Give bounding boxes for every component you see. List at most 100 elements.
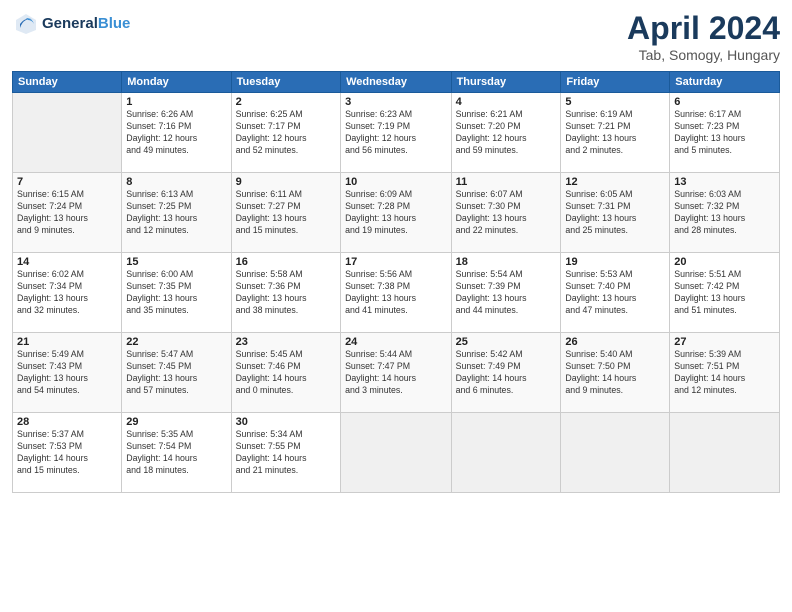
calendar-cell: 13Sunrise: 6:03 AM Sunset: 7:32 PM Dayli… — [670, 173, 780, 253]
day-info: Sunrise: 5:40 AM Sunset: 7:50 PM Dayligh… — [565, 349, 665, 397]
week-row-1: 1Sunrise: 6:26 AM Sunset: 7:16 PM Daylig… — [13, 93, 780, 173]
day-number: 27 — [674, 336, 775, 348]
calendar-cell: 5Sunrise: 6:19 AM Sunset: 7:21 PM Daylig… — [561, 93, 670, 173]
day-number: 26 — [565, 336, 665, 348]
day-number: 17 — [345, 256, 447, 268]
day-number: 14 — [17, 256, 117, 268]
day-number: 13 — [674, 176, 775, 188]
day-info: Sunrise: 6:21 AM Sunset: 7:20 PM Dayligh… — [456, 109, 557, 157]
day-number: 16 — [236, 256, 336, 268]
day-number: 18 — [456, 256, 557, 268]
calendar-cell: 21Sunrise: 5:49 AM Sunset: 7:43 PM Dayli… — [13, 333, 122, 413]
day-info: Sunrise: 6:17 AM Sunset: 7:23 PM Dayligh… — [674, 109, 775, 157]
calendar-cell: 12Sunrise: 6:05 AM Sunset: 7:31 PM Dayli… — [561, 173, 670, 253]
calendar-cell: 1Sunrise: 6:26 AM Sunset: 7:16 PM Daylig… — [122, 93, 231, 173]
day-number: 12 — [565, 176, 665, 188]
day-info: Sunrise: 6:19 AM Sunset: 7:21 PM Dayligh… — [565, 109, 665, 157]
week-row-2: 7Sunrise: 6:15 AM Sunset: 7:24 PM Daylig… — [13, 173, 780, 253]
day-number: 11 — [456, 176, 557, 188]
day-info: Sunrise: 5:35 AM Sunset: 7:54 PM Dayligh… — [126, 429, 226, 477]
logo-line2: Blue — [98, 15, 131, 32]
day-number: 7 — [17, 176, 117, 188]
day-info: Sunrise: 5:53 AM Sunset: 7:40 PM Dayligh… — [565, 269, 665, 317]
calendar-cell: 30Sunrise: 5:34 AM Sunset: 7:55 PM Dayli… — [231, 413, 340, 493]
day-number: 23 — [236, 336, 336, 348]
calendar-cell: 14Sunrise: 6:02 AM Sunset: 7:34 PM Dayli… — [13, 253, 122, 333]
calendar-cell: 17Sunrise: 5:56 AM Sunset: 7:38 PM Dayli… — [341, 253, 452, 333]
day-number: 21 — [17, 336, 117, 348]
calendar-cell: 9Sunrise: 6:11 AM Sunset: 7:27 PM Daylig… — [231, 173, 340, 253]
day-info: Sunrise: 6:15 AM Sunset: 7:24 PM Dayligh… — [17, 189, 117, 237]
day-number: 30 — [236, 416, 336, 428]
week-row-4: 21Sunrise: 5:49 AM Sunset: 7:43 PM Dayli… — [13, 333, 780, 413]
calendar-header-row: SundayMondayTuesdayWednesdayThursdayFrid… — [13, 72, 780, 93]
day-number: 20 — [674, 256, 775, 268]
page: GeneralBlue April 2024 Tab, Somogy, Hung… — [0, 0, 792, 612]
logo: GeneralBlue — [12, 10, 130, 38]
calendar-cell: 16Sunrise: 5:58 AM Sunset: 7:36 PM Dayli… — [231, 253, 340, 333]
calendar-cell — [341, 413, 452, 493]
header-thursday: Thursday — [451, 72, 561, 93]
day-info: Sunrise: 5:49 AM Sunset: 7:43 PM Dayligh… — [17, 349, 117, 397]
day-number: 8 — [126, 176, 226, 188]
calendar-cell: 22Sunrise: 5:47 AM Sunset: 7:45 PM Dayli… — [122, 333, 231, 413]
calendar-cell: 8Sunrise: 6:13 AM Sunset: 7:25 PM Daylig… — [122, 173, 231, 253]
header-tuesday: Tuesday — [231, 72, 340, 93]
calendar-cell: 20Sunrise: 5:51 AM Sunset: 7:42 PM Dayli… — [670, 253, 780, 333]
calendar-cell: 26Sunrise: 5:40 AM Sunset: 7:50 PM Dayli… — [561, 333, 670, 413]
day-number: 4 — [456, 96, 557, 108]
calendar-cell — [670, 413, 780, 493]
day-number: 22 — [126, 336, 226, 348]
day-number: 10 — [345, 176, 447, 188]
calendar-cell: 18Sunrise: 5:54 AM Sunset: 7:39 PM Dayli… — [451, 253, 561, 333]
day-number: 28 — [17, 416, 117, 428]
main-title: April 2024 — [627, 10, 780, 47]
calendar-cell: 7Sunrise: 6:15 AM Sunset: 7:24 PM Daylig… — [13, 173, 122, 253]
day-info: Sunrise: 5:34 AM Sunset: 7:55 PM Dayligh… — [236, 429, 336, 477]
day-info: Sunrise: 6:07 AM Sunset: 7:30 PM Dayligh… — [456, 189, 557, 237]
day-info: Sunrise: 6:26 AM Sunset: 7:16 PM Dayligh… — [126, 109, 226, 157]
header-saturday: Saturday — [670, 72, 780, 93]
calendar-cell: 23Sunrise: 5:45 AM Sunset: 7:46 PM Dayli… — [231, 333, 340, 413]
day-info: Sunrise: 5:47 AM Sunset: 7:45 PM Dayligh… — [126, 349, 226, 397]
logo-text: GeneralBlue — [42, 15, 130, 32]
day-number: 3 — [345, 96, 447, 108]
calendar-cell — [451, 413, 561, 493]
week-row-3: 14Sunrise: 6:02 AM Sunset: 7:34 PM Dayli… — [13, 253, 780, 333]
logo-icon — [12, 10, 40, 38]
calendar-cell — [13, 93, 122, 173]
calendar-cell — [561, 413, 670, 493]
day-number: 24 — [345, 336, 447, 348]
day-info: Sunrise: 6:02 AM Sunset: 7:34 PM Dayligh… — [17, 269, 117, 317]
day-number: 25 — [456, 336, 557, 348]
day-info: Sunrise: 6:03 AM Sunset: 7:32 PM Dayligh… — [674, 189, 775, 237]
header-monday: Monday — [122, 72, 231, 93]
calendar-cell: 24Sunrise: 5:44 AM Sunset: 7:47 PM Dayli… — [341, 333, 452, 413]
day-info: Sunrise: 6:00 AM Sunset: 7:35 PM Dayligh… — [126, 269, 226, 317]
day-info: Sunrise: 5:58 AM Sunset: 7:36 PM Dayligh… — [236, 269, 336, 317]
day-info: Sunrise: 5:44 AM Sunset: 7:47 PM Dayligh… — [345, 349, 447, 397]
header-sunday: Sunday — [13, 72, 122, 93]
day-info: Sunrise: 5:56 AM Sunset: 7:38 PM Dayligh… — [345, 269, 447, 317]
day-info: Sunrise: 5:39 AM Sunset: 7:51 PM Dayligh… — [674, 349, 775, 397]
day-info: Sunrise: 6:09 AM Sunset: 7:28 PM Dayligh… — [345, 189, 447, 237]
calendar-cell: 2Sunrise: 6:25 AM Sunset: 7:17 PM Daylig… — [231, 93, 340, 173]
day-info: Sunrise: 5:51 AM Sunset: 7:42 PM Dayligh… — [674, 269, 775, 317]
day-number: 1 — [126, 96, 226, 108]
day-number: 5 — [565, 96, 665, 108]
day-info: Sunrise: 6:13 AM Sunset: 7:25 PM Dayligh… — [126, 189, 226, 237]
calendar-cell: 3Sunrise: 6:23 AM Sunset: 7:19 PM Daylig… — [341, 93, 452, 173]
header-wednesday: Wednesday — [341, 72, 452, 93]
week-row-5: 28Sunrise: 5:37 AM Sunset: 7:53 PM Dayli… — [13, 413, 780, 493]
header-friday: Friday — [561, 72, 670, 93]
calendar-cell: 11Sunrise: 6:07 AM Sunset: 7:30 PM Dayli… — [451, 173, 561, 253]
sub-title: Tab, Somogy, Hungary — [627, 47, 780, 63]
day-info: Sunrise: 5:37 AM Sunset: 7:53 PM Dayligh… — [17, 429, 117, 477]
day-number: 2 — [236, 96, 336, 108]
day-number: 29 — [126, 416, 226, 428]
calendar-cell: 28Sunrise: 5:37 AM Sunset: 7:53 PM Dayli… — [13, 413, 122, 493]
logo-line1: General — [42, 15, 98, 32]
calendar-cell: 6Sunrise: 6:17 AM Sunset: 7:23 PM Daylig… — [670, 93, 780, 173]
day-number: 6 — [674, 96, 775, 108]
calendar-cell: 15Sunrise: 6:00 AM Sunset: 7:35 PM Dayli… — [122, 253, 231, 333]
